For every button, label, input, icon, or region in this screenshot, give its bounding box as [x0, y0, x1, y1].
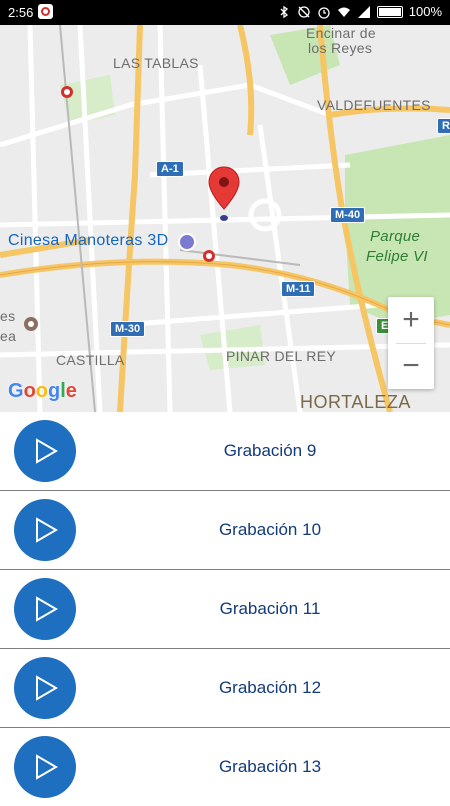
play-icon	[36, 754, 58, 780]
status-bar: 2:56 100%	[0, 0, 450, 25]
map-label-castilla: CASTILLA	[56, 352, 125, 368]
status-time: 2:56	[8, 5, 34, 20]
sync-off-icon	[298, 5, 310, 18]
alarm-icon	[318, 6, 330, 19]
map-label-hortaleza: HORTALEZA	[300, 392, 411, 412]
play-button[interactable]	[14, 578, 76, 640]
recording-label: Grabación 11	[219, 599, 321, 618]
zoom-divider	[396, 343, 426, 344]
map-label-valdefuentes: VALDEFUENTES	[317, 97, 431, 113]
map-label-encinar: Encinar de	[306, 25, 376, 41]
list-item[interactable]: Grabación 12	[0, 649, 450, 728]
map-label-ea: ea	[0, 328, 17, 344]
zoom-in-button[interactable]: +	[388, 297, 434, 343]
recording-label: Grabación 9	[223, 441, 317, 460]
recording-label: Grabación 10	[218, 520, 322, 539]
app-notification-icon	[38, 4, 53, 19]
map-label-pinar: PINAR DEL REY	[226, 348, 336, 364]
landmark-icon	[24, 317, 38, 331]
map-label-cinesa[interactable]: Cinesa Manoteras 3D	[8, 232, 168, 250]
map-label-es: es	[0, 308, 16, 324]
battery-percent: 100%	[408, 4, 442, 19]
play-icon	[36, 438, 58, 464]
shield-m11: M-11	[281, 281, 316, 297]
recordings-list: Grabación 9 Grabación 10 Grabación 11 Gr…	[0, 412, 450, 806]
shield-a1: A-1	[156, 161, 184, 177]
play-button[interactable]	[14, 420, 76, 482]
shield-m30: M-30	[110, 321, 146, 337]
list-item[interactable]: Grabación 10	[0, 491, 450, 570]
list-item[interactable]: Grabación 9	[0, 412, 450, 491]
play-icon	[36, 596, 58, 622]
metro-icon	[203, 250, 215, 262]
wifi-icon	[337, 7, 350, 17]
cinema-icon	[178, 233, 196, 251]
bluetooth-icon	[280, 5, 288, 18]
play-button[interactable]	[14, 657, 76, 719]
shield-m40: M-40	[330, 207, 366, 223]
recording-label: Grabación 12	[218, 678, 322, 697]
recording-label: Grabación 13	[218, 757, 322, 776]
zoom-controls: + −	[388, 297, 434, 389]
zoom-out-button[interactable]: −	[388, 343, 434, 389]
status-icons: 100%	[277, 4, 442, 19]
play-button[interactable]	[14, 736, 76, 798]
list-item[interactable]: Grabación 13	[0, 728, 450, 806]
metro-icon	[61, 86, 73, 98]
google-logo: Google	[8, 380, 77, 402]
map-view[interactable]: Encinar de los Reyes LAS TABLAS VALDEFUE…	[0, 25, 450, 412]
play-icon	[36, 517, 58, 543]
play-button[interactable]	[14, 499, 76, 561]
map-label-felipe: Felipe VI	[366, 248, 428, 265]
battery-icon	[376, 5, 403, 18]
map-marker-icon[interactable]	[207, 165, 241, 225]
shield-r: R-	[437, 118, 450, 134]
list-item[interactable]: Grabación 11	[0, 570, 450, 649]
play-icon	[36, 675, 58, 701]
map-label-las-tablas: LAS TABLAS	[113, 55, 199, 71]
signal-icon	[357, 5, 370, 18]
map-label-parque: Parque	[370, 228, 421, 245]
map-label-encinar2: los Reyes	[308, 40, 373, 56]
